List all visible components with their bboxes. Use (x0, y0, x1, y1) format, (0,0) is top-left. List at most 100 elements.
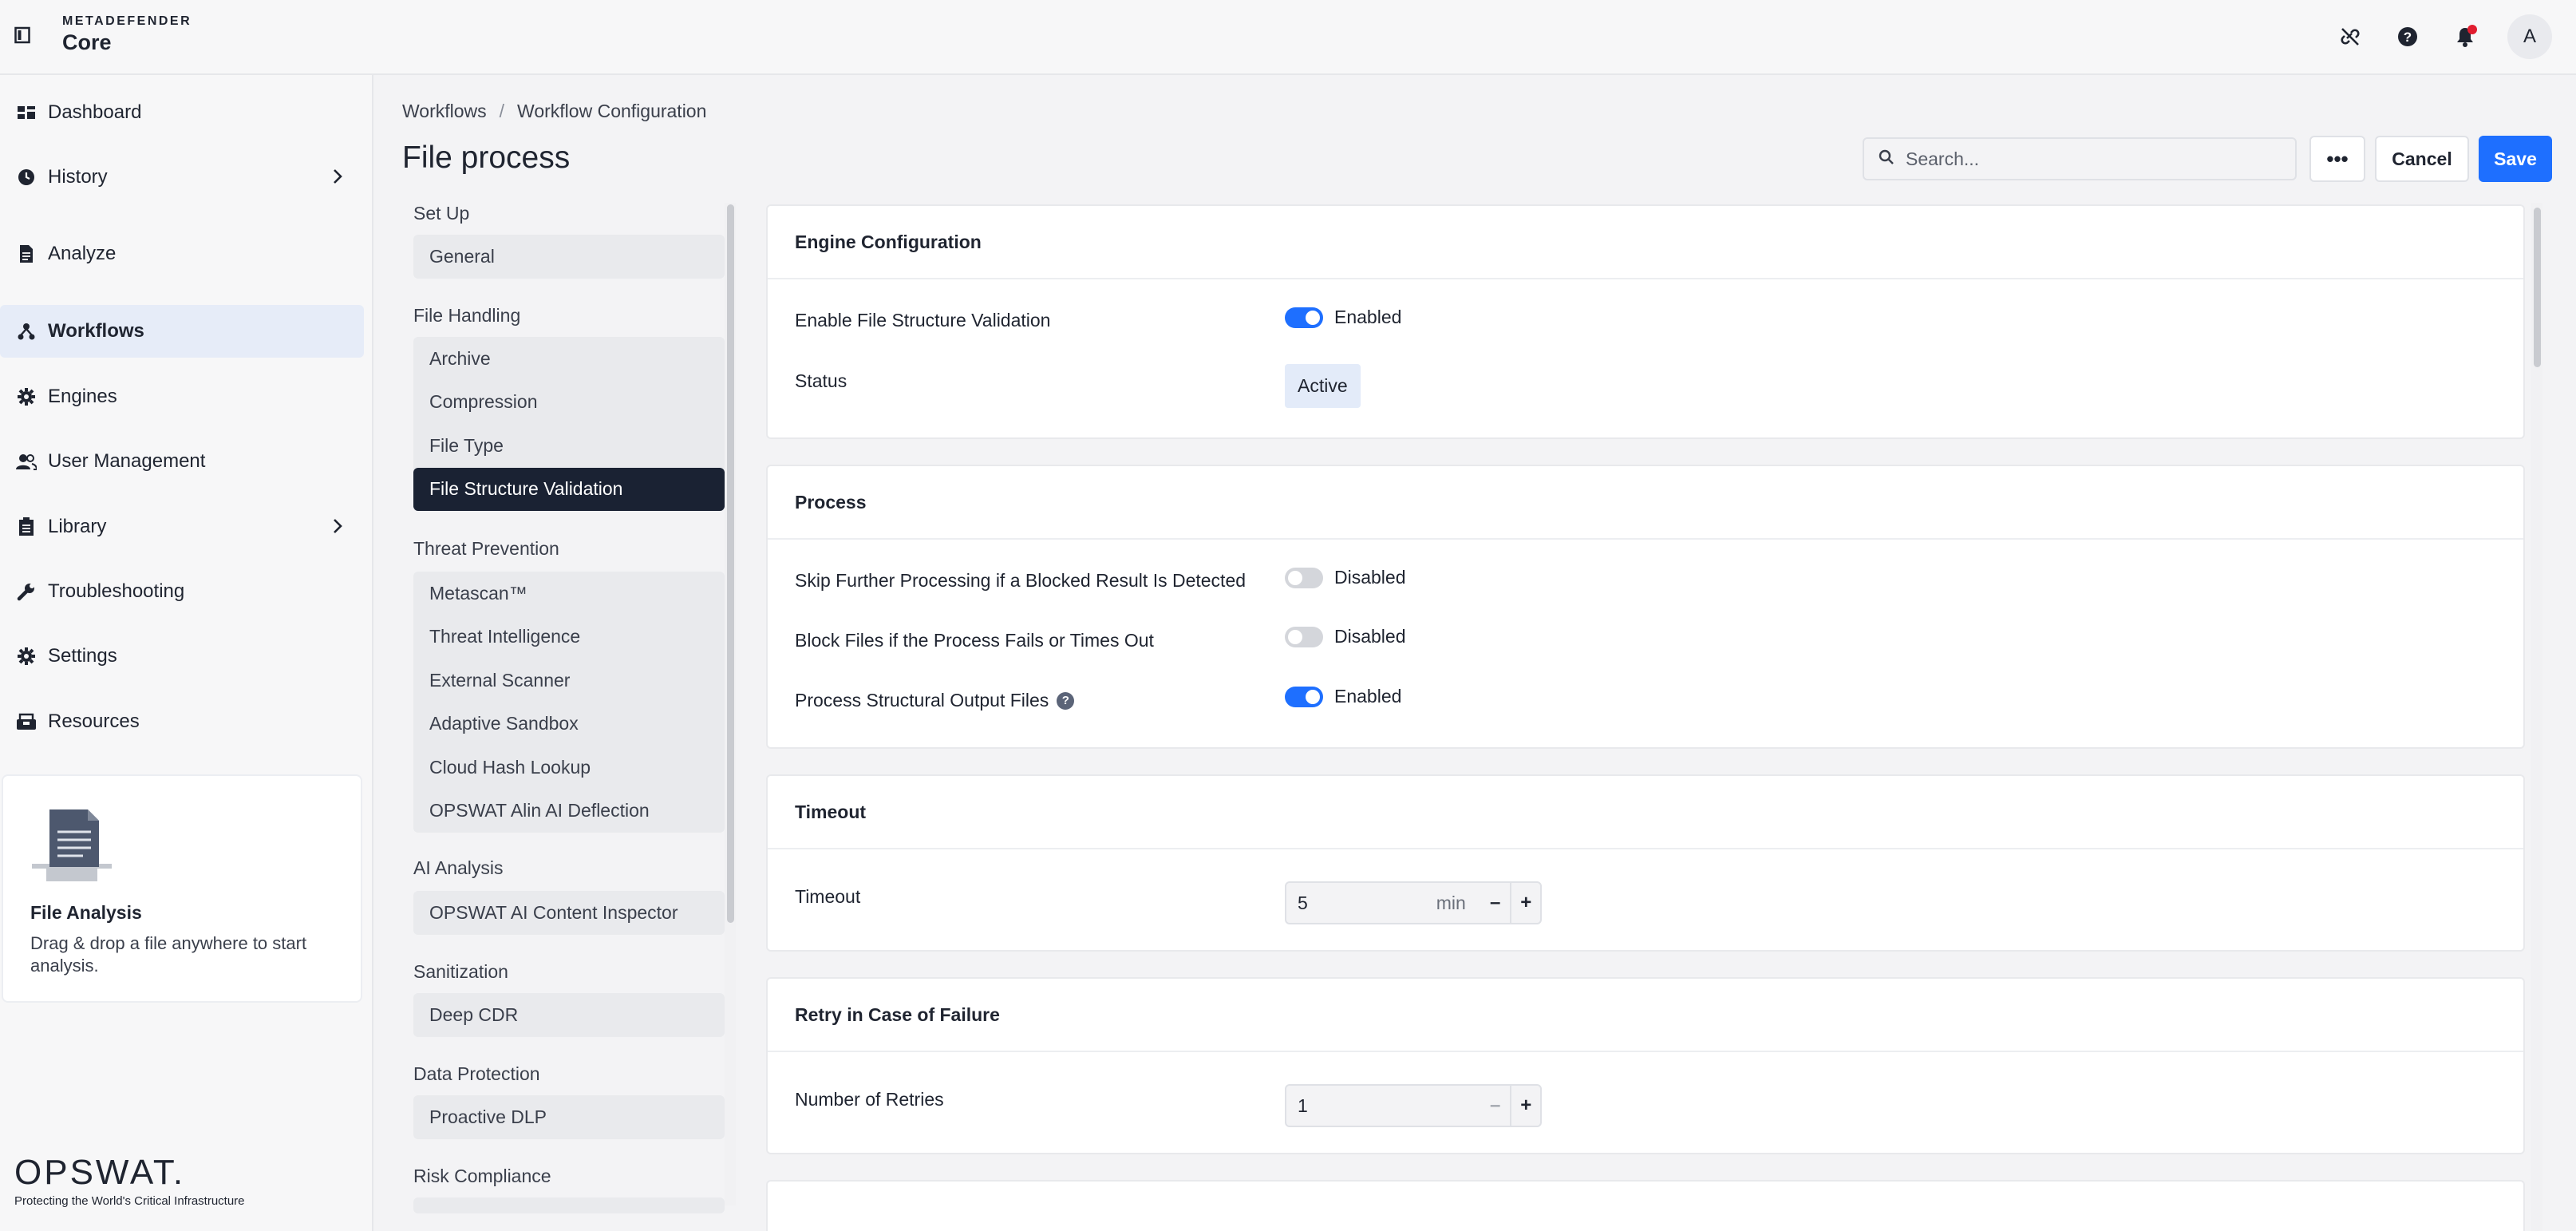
subnav-item-general[interactable]: General (413, 235, 725, 279)
status-badge: Active (1285, 364, 1361, 408)
sidebar-item-analyze[interactable]: Analyze (0, 228, 364, 280)
subnav-group-label: AI Analysis (413, 857, 504, 878)
opswat-wordmark: OPSWAT. (14, 1153, 186, 1192)
status-control: Active (1285, 364, 1361, 408)
help-icon[interactable]: ? (1057, 691, 1075, 710)
document-icon (30, 808, 113, 889)
subnav-scrollbar[interactable] (725, 203, 736, 1205)
subnav-item-file-type[interactable]: File Type (413, 424, 725, 468)
analyze-icon (16, 243, 37, 264)
retries-stepper[interactable]: 1 – + (1285, 1084, 1542, 1127)
content-scroll-thumb[interactable] (2534, 208, 2541, 367)
sidebar-toggle-icon[interactable] (11, 22, 34, 48)
row-label: Skip Further Processing if a Blocked Res… (795, 570, 1247, 591)
gear-icon (16, 386, 37, 407)
more-options-button[interactable]: ••• (2309, 136, 2365, 182)
chevron-right-icon[interactable] (332, 517, 343, 540)
skip-processing-toggle[interactable] (1285, 567, 1323, 588)
sidebar-item-settings[interactable]: Settings (0, 630, 364, 683)
subnav-item-archive[interactable]: Archive (413, 337, 725, 381)
breadcrumb-workflow-configuration[interactable]: Workflow Configuration (517, 101, 706, 122)
timeout-control: 5 min – + (1285, 881, 1542, 924)
subnav-item-deep-cdr[interactable]: Deep CDR (413, 993, 725, 1037)
breadcrumb: Workflows / Workflow Configuration (402, 101, 706, 122)
process-structural-row: Process Structural Output Files ? (795, 690, 1075, 711)
increment-button[interactable]: + (1510, 1086, 1540, 1126)
file-analysis-title: File Analysis (30, 902, 142, 923)
toggle-state-label: Enabled (1334, 307, 1402, 327)
brand-line-1: METADEFENDER (62, 14, 192, 28)
decrement-button[interactable]: – (1480, 883, 1511, 923)
subnav-item-threat-intelligence[interactable]: Threat Intelligence (413, 616, 725, 659)
subnav-group: Metascan™ Threat Intelligence External Sca… (413, 572, 725, 833)
toggle-state-label: Disabled (1334, 567, 1406, 588)
wrench-icon (16, 581, 37, 602)
workflow-subnav: Set Up General File Handling Archive Compres… (402, 198, 737, 1231)
toggle-state-label: Disabled (1334, 626, 1406, 647)
subnav-item-proactive-dlp[interactable]: Proactive DLP (413, 1095, 725, 1139)
subnav-group-label: Sanitization (413, 961, 508, 982)
content-scrollbar[interactable] (2531, 203, 2542, 1231)
sidebar-item-workflows[interactable]: Workflows (0, 305, 364, 358)
sidebar-item-library[interactable]: Library (0, 501, 364, 553)
library-icon (16, 517, 37, 537)
subnav-group: Archive Compression File Type File Structur… (413, 337, 725, 511)
save-button[interactable]: Save (2479, 136, 2552, 182)
sidebar-item-dashboard[interactable]: Dashboard (0, 86, 364, 139)
help-icon[interactable]: ? (2392, 22, 2423, 52)
next-card (766, 1180, 2525, 1231)
sidebar-item-label: Dashboard (48, 101, 142, 123)
search-input[interactable] (1906, 148, 2289, 170)
retries-value[interactable]: 1 (1286, 1095, 1480, 1117)
timeout-stepper[interactable]: 5 min – + (1285, 881, 1542, 924)
search-icon (1879, 149, 1894, 169)
subnav-item-metascan[interactable]: Metascan™ (413, 572, 725, 616)
subnav-group: Proactive DLP (413, 1095, 725, 1139)
unlink-icon[interactable] (2335, 22, 2365, 52)
sidebar-item-troubleshooting[interactable]: Troubleshooting (0, 565, 364, 618)
block-files-toggle[interactable] (1285, 626, 1323, 647)
retries-control: 1 – + (1285, 1084, 1542, 1127)
process-structural-toggle[interactable] (1285, 686, 1323, 707)
enable-fsv-control[interactable]: Enabled (1285, 307, 1401, 328)
subnav-item-adaptive-sandbox[interactable]: Adaptive Sandbox (413, 703, 725, 746)
subnav-item-compression[interactable]: Compression (413, 381, 725, 425)
card-title: Process (768, 466, 2523, 540)
timeout-card: Timeout Timeout 5 min – + (766, 774, 2525, 952)
search-field[interactable] (1863, 137, 2297, 180)
sidebar-item-engines[interactable]: Engines (0, 370, 364, 423)
svg-text:?: ? (2404, 30, 2412, 45)
chevron-right-icon[interactable] (332, 168, 343, 191)
subnav-group: General (413, 235, 725, 279)
skip-processing-control[interactable]: Disabled (1285, 567, 1406, 588)
sidebar-item-label: Engines (48, 386, 117, 407)
subnav-item-cloud-hash-lookup[interactable]: Cloud Hash Lookup (413, 746, 725, 790)
row-label: Status (795, 370, 847, 391)
subnav-group: OPSWAT AI Content Inspector (413, 891, 725, 935)
decrement-button[interactable]: – (1480, 1086, 1511, 1126)
sidebar-item-label: Resources (48, 710, 140, 732)
subnav-item-opswat-ai-content-inspector[interactable]: OPSWAT AI Content Inspector (413, 891, 725, 935)
subnav-scroll-thumb[interactable] (727, 204, 734, 923)
notification-bell-icon[interactable] (2450, 22, 2480, 52)
sidebar-item-history[interactable]: History (0, 151, 364, 204)
subnav-item-file-structure-validation[interactable]: File Structure Validation (413, 467, 725, 511)
sidebar-item-resources[interactable]: Resources (0, 695, 364, 748)
sidebar-item-label: Workflows (48, 320, 144, 342)
sidebar-item-user-management[interactable]: User Management (0, 435, 364, 488)
process-structural-control[interactable]: Enabled (1285, 686, 1401, 707)
subnav-item-opswat-alin-ai-deflection[interactable]: OPSWAT Alin AI Deflection (413, 790, 725, 833)
enable-fsv-toggle[interactable] (1285, 307, 1323, 328)
brand-logo[interactable]: METADEFENDER Core (62, 14, 192, 55)
increment-button[interactable]: + (1510, 883, 1540, 923)
block-files-control[interactable]: Disabled (1285, 626, 1406, 647)
avatar[interactable]: A (2507, 14, 2552, 59)
file-analysis-card[interactable]: File Analysis Drag & drop a file anywhere… (2, 774, 362, 1003)
sidebar-item-label: Analyze (48, 243, 117, 264)
users-icon (16, 451, 37, 472)
breadcrumb-workflows[interactable]: Workflows (402, 101, 487, 122)
timeout-value[interactable]: 5 (1286, 893, 1436, 914)
subnav-item-external-scanner[interactable]: External Scanner (413, 659, 725, 703)
row-label: Block Files if the Process Fails or Time… (795, 630, 1154, 651)
cancel-button[interactable]: Cancel (2375, 136, 2469, 182)
